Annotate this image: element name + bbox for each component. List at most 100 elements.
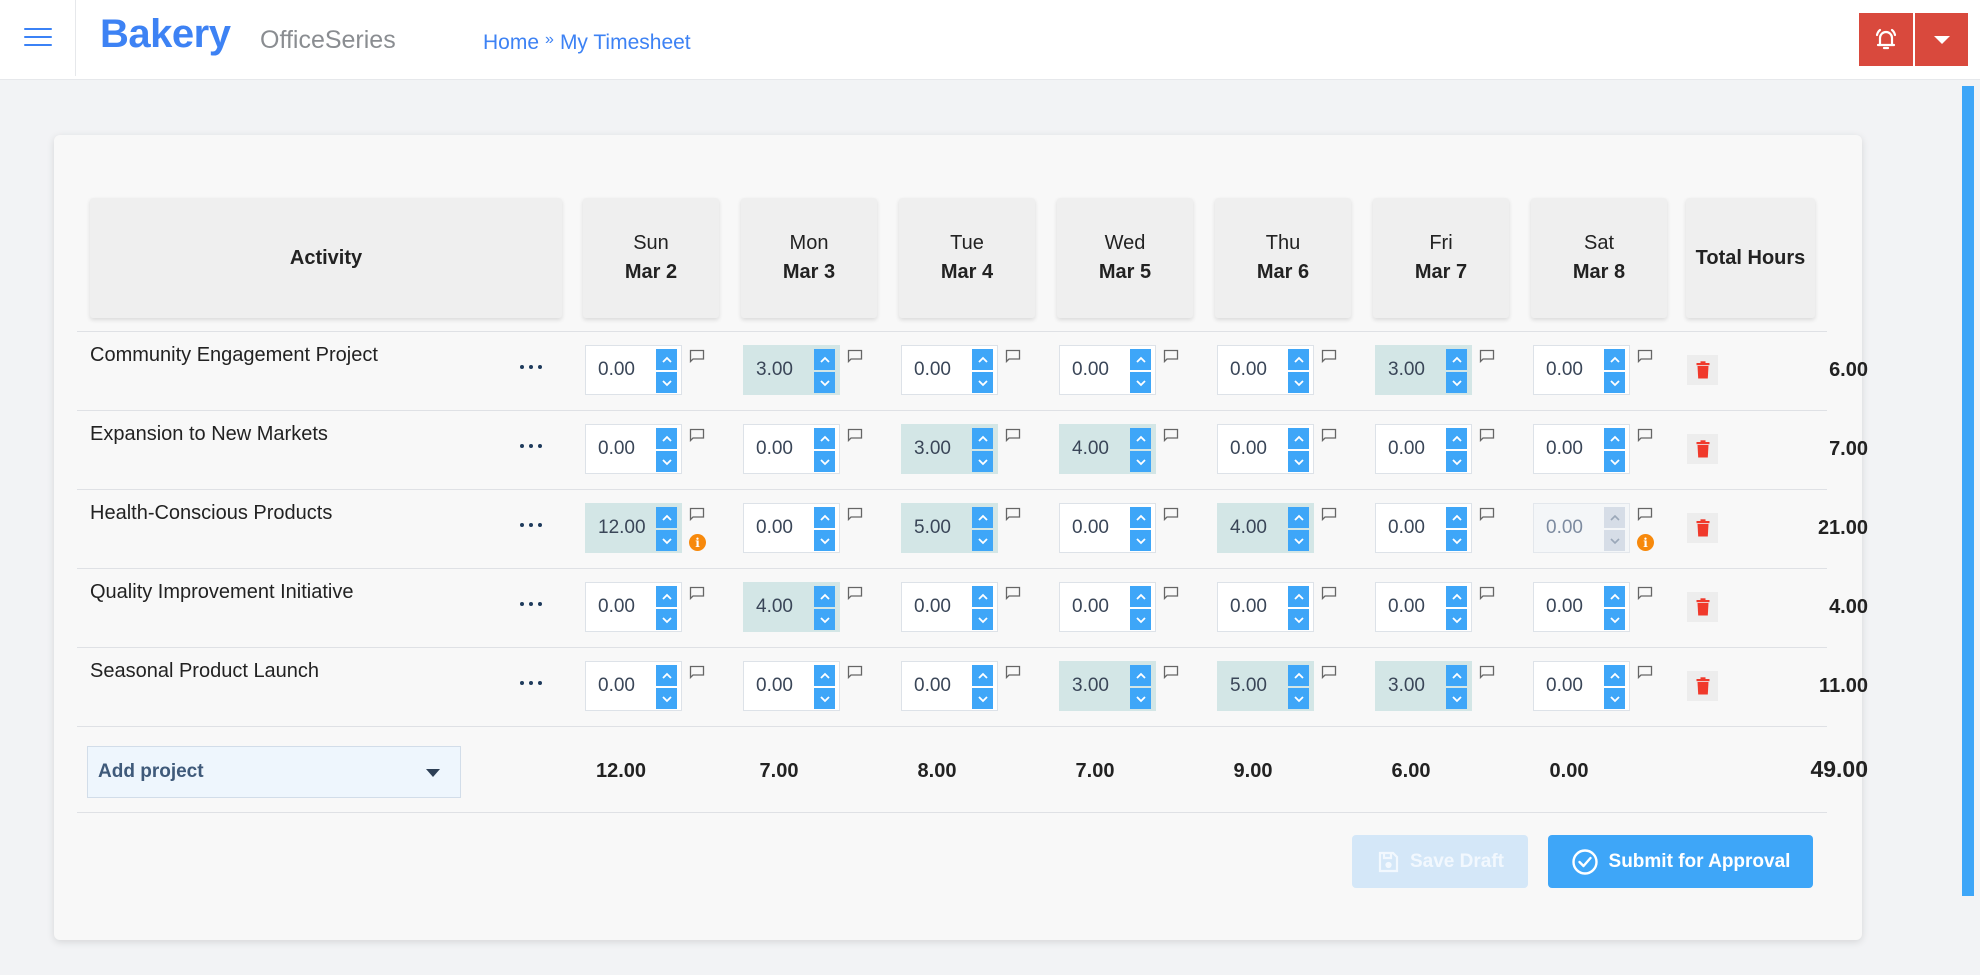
increment-button[interactable] (814, 428, 835, 449)
comment-icon[interactable] (1637, 428, 1653, 443)
comment-icon[interactable] (847, 507, 863, 522)
decrement-button[interactable] (656, 372, 677, 393)
decrement-button[interactable] (1604, 688, 1625, 709)
comment-icon[interactable] (1005, 586, 1021, 601)
comment-icon[interactable] (847, 586, 863, 601)
comment-icon[interactable] (1479, 586, 1495, 601)
hours-input[interactable]: 0.00 (585, 424, 682, 474)
comment-icon[interactable] (689, 349, 705, 364)
decrement-button[interactable] (656, 451, 677, 472)
hours-input[interactable]: 0.00 (1059, 503, 1156, 553)
hours-input[interactable]: 0.00 (743, 424, 840, 474)
hours-input[interactable]: 0.00 (901, 345, 998, 395)
more-options-icon[interactable] (520, 518, 548, 532)
increment-button[interactable] (1130, 349, 1151, 370)
save-draft-button[interactable]: Save Draft (1352, 835, 1528, 888)
delete-row-button[interactable] (1687, 592, 1718, 622)
hours-input[interactable]: 0.00 (585, 582, 682, 632)
decrement-button[interactable] (1288, 372, 1309, 393)
increment-button[interactable] (1446, 507, 1467, 528)
comment-icon[interactable] (1163, 586, 1179, 601)
hours-input[interactable]: 3.00 (1375, 345, 1472, 395)
increment-button[interactable] (656, 586, 677, 607)
decrement-button[interactable] (814, 688, 835, 709)
comment-icon[interactable] (1479, 507, 1495, 522)
hours-input[interactable]: 5.00 (901, 503, 998, 553)
decrement-button[interactable] (972, 372, 993, 393)
increment-button[interactable] (1446, 586, 1467, 607)
decrement-button[interactable] (1288, 609, 1309, 630)
hours-input[interactable]: 0.00 (1533, 661, 1630, 711)
hours-input[interactable]: 4.00 (1217, 503, 1314, 553)
hours-input[interactable]: 4.00 (743, 582, 840, 632)
comment-icon[interactable] (1005, 507, 1021, 522)
hours-input[interactable]: 0.00 (1375, 582, 1472, 632)
increment-button[interactable] (656, 428, 677, 449)
comment-icon[interactable] (1321, 507, 1337, 522)
hours-input[interactable]: 0.00 (1217, 582, 1314, 632)
delete-row-button[interactable] (1687, 434, 1718, 464)
decrement-button[interactable] (814, 609, 835, 630)
increment-button[interactable] (1446, 665, 1467, 686)
more-options-icon[interactable] (520, 439, 548, 453)
decrement-button[interactable] (656, 688, 677, 709)
increment-button[interactable] (1288, 507, 1309, 528)
comment-icon[interactable] (1479, 349, 1495, 364)
increment-button[interactable] (972, 586, 993, 607)
decrement-button[interactable] (1288, 530, 1309, 551)
comment-icon[interactable] (1321, 349, 1337, 364)
decrement-button[interactable] (1446, 530, 1467, 551)
increment-button[interactable] (656, 507, 677, 528)
hours-input[interactable]: 3.00 (743, 345, 840, 395)
breadcrumb-my-timesheet[interactable]: My Timesheet (560, 31, 691, 55)
increment-button[interactable] (1288, 586, 1309, 607)
brand-logo[interactable]: Bakery (100, 12, 231, 57)
comment-icon[interactable] (689, 507, 705, 522)
hours-input[interactable]: 3.00 (901, 424, 998, 474)
info-warning-icon[interactable]: i (1637, 534, 1654, 551)
hours-input[interactable]: 0.00 (1059, 582, 1156, 632)
decrement-button[interactable] (814, 451, 835, 472)
comment-icon[interactable] (1005, 665, 1021, 680)
increment-button[interactable] (1288, 665, 1309, 686)
notifications-button[interactable] (1859, 13, 1913, 66)
hours-input[interactable]: 0.00 (585, 661, 682, 711)
increment-button[interactable] (1604, 586, 1625, 607)
increment-button[interactable] (1446, 349, 1467, 370)
comment-icon[interactable] (689, 586, 705, 601)
hours-input[interactable]: 0.00 (1533, 345, 1630, 395)
more-options-icon[interactable] (520, 360, 548, 374)
hours-input[interactable]: 0.00 (1217, 424, 1314, 474)
comment-icon[interactable] (1637, 507, 1653, 522)
hours-input[interactable]: 0.00 (1375, 424, 1472, 474)
decrement-button[interactable] (972, 530, 993, 551)
decrement-button[interactable] (1446, 451, 1467, 472)
page-scrollbar[interactable] (1962, 86, 1974, 896)
hours-input[interactable]: 0.00 (585, 345, 682, 395)
decrement-button[interactable] (1446, 372, 1467, 393)
increment-button[interactable] (1446, 428, 1467, 449)
hours-input[interactable]: 12.00 (585, 503, 682, 553)
comment-icon[interactable] (1321, 428, 1337, 443)
decrement-button[interactable] (656, 609, 677, 630)
hamburger-menu-icon[interactable] (24, 28, 52, 50)
comment-icon[interactable] (1479, 428, 1495, 443)
hours-input[interactable]: 0.00 (1375, 503, 1472, 553)
more-options-icon[interactable] (520, 676, 548, 690)
decrement-button[interactable] (1604, 372, 1625, 393)
hours-input[interactable]: 3.00 (1375, 661, 1472, 711)
increment-button[interactable] (1130, 586, 1151, 607)
decrement-button[interactable] (972, 609, 993, 630)
decrement-button[interactable] (1604, 451, 1625, 472)
comment-icon[interactable] (1321, 665, 1337, 680)
increment-button[interactable] (1604, 428, 1625, 449)
comment-icon[interactable] (689, 665, 705, 680)
decrement-button[interactable] (1446, 688, 1467, 709)
hours-input[interactable]: 4.00 (1059, 424, 1156, 474)
increment-button[interactable] (656, 349, 677, 370)
add-project-select[interactable]: Add project (87, 746, 461, 798)
hours-input[interactable]: 0.00 (1533, 582, 1630, 632)
hours-input[interactable]: 0.00 (1217, 345, 1314, 395)
increment-button[interactable] (814, 507, 835, 528)
hours-input[interactable]: 0.00 (901, 582, 998, 632)
